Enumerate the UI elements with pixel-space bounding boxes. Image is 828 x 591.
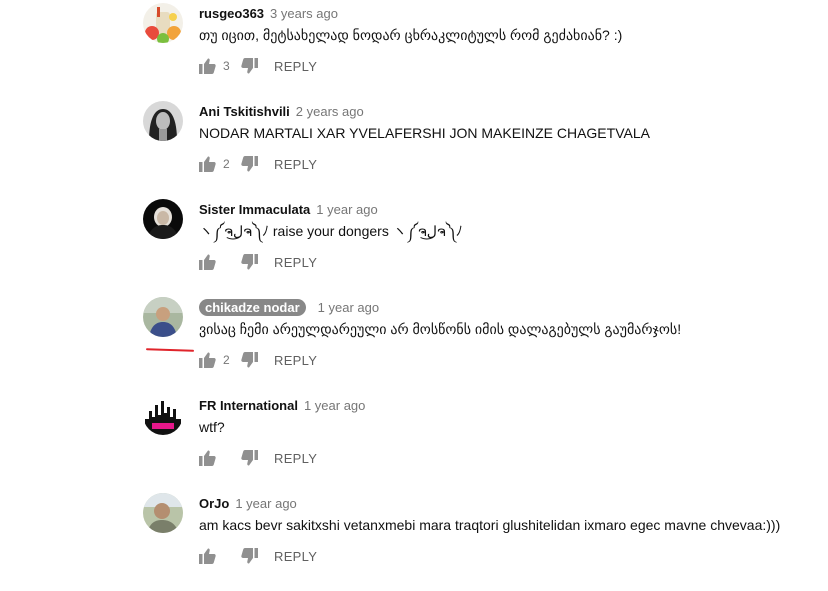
comment-text: wtf? xyxy=(199,419,225,435)
comment-timestamp[interactable]: 1 year ago xyxy=(316,202,377,217)
avatar[interactable] xyxy=(143,3,183,43)
author-name[interactable]: FR International xyxy=(199,398,298,413)
comment-text: ვისაც ჩემი არეულდარეული არ მოსწონს იმის … xyxy=(199,321,682,337)
reply-button[interactable]: REPLY xyxy=(274,549,317,564)
comment-text: თუ იცით, მეტსახელად ნოდარ ცხრაკლიტულს რო… xyxy=(199,27,623,43)
reply-button[interactable]: REPLY xyxy=(274,451,317,466)
comment-timestamp[interactable]: 1 year ago xyxy=(318,300,379,315)
comment-thread-item: FR International 1 year ago wtf? REPLY xyxy=(143,395,823,493)
comment-actions: REPLY xyxy=(199,252,317,272)
avatar[interactable] xyxy=(143,101,183,141)
like-count: 2 xyxy=(223,157,230,171)
comment-header: FR International 1 year ago xyxy=(199,398,365,414)
comment-actions: 2 REPLY xyxy=(199,350,317,370)
comment-header: rusgeo363 3 years ago xyxy=(199,6,338,22)
reply-button[interactable]: REPLY xyxy=(274,353,317,368)
comment-thread-item: chikadze nodar 1 year ago ვისაც ჩემი არეუ… xyxy=(143,297,823,395)
comment-timestamp[interactable]: 1 year ago xyxy=(304,398,365,413)
author-name-badge[interactable]: chikadze nodar xyxy=(199,299,306,316)
avatar[interactable] xyxy=(143,199,183,239)
thumbs-down-icon[interactable] xyxy=(241,450,258,466)
comment-text: ヽ༼ຈل͜ຈ༽ﾉ raise your dongers ヽ༼ຈل͜ຈ༽ﾉ xyxy=(199,223,463,239)
comment-text: am kacs bevr sakitxshi vetanxmebi mara t… xyxy=(199,517,781,533)
reply-button[interactable]: REPLY xyxy=(274,157,317,172)
avatar[interactable] xyxy=(143,395,183,435)
like-count: 3 xyxy=(223,59,230,73)
comment-timestamp[interactable]: 3 years ago xyxy=(270,6,338,21)
comment-thread-item: rusgeo363 3 years ago თუ იცით, მეტსახელად… xyxy=(143,3,823,101)
comment-header: Ani Tskitishvili 2 years ago xyxy=(199,104,364,120)
comment-header: OrJo 1 year ago xyxy=(199,496,297,512)
thumbs-down-icon[interactable] xyxy=(241,58,258,74)
thumbs-up-icon[interactable] xyxy=(199,254,216,270)
comment-actions: REPLY xyxy=(199,546,317,566)
comment-header: chikadze nodar 1 year ago xyxy=(199,299,379,316)
author-name[interactable]: OrJo xyxy=(199,496,229,511)
comment-thread-item: Sister Immaculata 1 year ago ヽ༼ຈل͜ຈ༽ﾉ rai… xyxy=(143,199,823,297)
avatar[interactable] xyxy=(143,297,183,337)
thumbs-down-icon[interactable] xyxy=(241,548,258,564)
thumbs-up-icon[interactable] xyxy=(199,156,216,172)
comment-timestamp[interactable]: 2 years ago xyxy=(296,104,364,119)
like-count: 2 xyxy=(223,353,230,367)
thumbs-down-icon[interactable] xyxy=(241,254,258,270)
avatar[interactable] xyxy=(143,493,183,533)
comment-timestamp[interactable]: 1 year ago xyxy=(235,496,296,511)
author-name[interactable]: Ani Tskitishvili xyxy=(199,104,290,119)
comment-text: NODAR MARTALI XAR YVELAFERSHI JON MAKEIN… xyxy=(199,125,650,141)
comment-actions: REPLY xyxy=(199,448,317,468)
reply-button[interactable]: REPLY xyxy=(274,59,317,74)
thumbs-down-icon[interactable] xyxy=(241,352,258,368)
thumbs-up-icon[interactable] xyxy=(199,548,216,564)
comment-actions: 3 REPLY xyxy=(199,56,317,76)
author-name[interactable]: rusgeo363 xyxy=(199,6,264,21)
comment-actions: 2 REPLY xyxy=(199,154,317,174)
comment-thread-item: Ani Tskitishvili 2 years ago NODAR MARTAL… xyxy=(143,101,823,199)
thumbs-down-icon[interactable] xyxy=(241,156,258,172)
thumbs-up-icon[interactable] xyxy=(199,58,216,74)
author-name[interactable]: Sister Immaculata xyxy=(199,202,310,217)
thumbs-up-icon[interactable] xyxy=(199,450,216,466)
reply-button[interactable]: REPLY xyxy=(274,255,317,270)
thumbs-up-icon[interactable] xyxy=(199,352,216,368)
comment-header: Sister Immaculata 1 year ago xyxy=(199,202,378,218)
comment-thread-item: OrJo 1 year ago am kacs bevr sakitxshi ve… xyxy=(143,493,823,591)
